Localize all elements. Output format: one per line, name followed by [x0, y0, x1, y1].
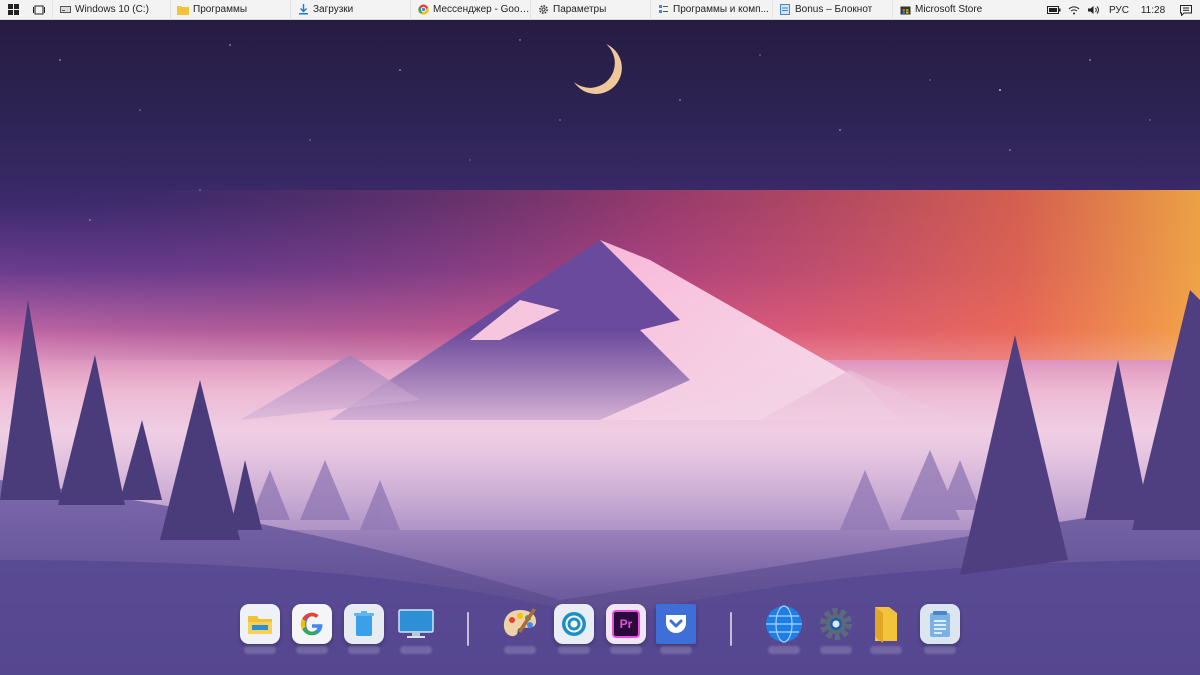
documents-folder-icon[interactable] — [866, 604, 906, 654]
volume-icon[interactable] — [1084, 5, 1104, 15]
battery-icon[interactable] — [1044, 6, 1064, 14]
clock[interactable]: 11:28 — [1134, 5, 1172, 16]
taskbar: Windows 10 (C:) Программы Загрузки Мессе… — [0, 0, 1200, 20]
globe-browser-icon[interactable] — [764, 604, 804, 654]
notes-icon[interactable] — [920, 604, 960, 654]
gear-icon — [537, 4, 549, 16]
folder-icon — [177, 4, 189, 16]
taskbar-window-programs[interactable]: Программы — [170, 0, 290, 20]
drive-icon — [59, 4, 71, 16]
taskbar-window-messenger[interactable]: Мессенджер - Googl... — [410, 0, 530, 20]
dock-separator — [730, 612, 732, 646]
taskbar-window-store[interactable]: Microsoft Store — [892, 0, 1014, 20]
chrome-icon — [417, 4, 429, 16]
recycle-bin-icon[interactable] — [344, 604, 384, 654]
notification-icon[interactable] — [1172, 4, 1200, 16]
desktop-wallpaper — [0, 0, 1200, 675]
taskbar-window-drive[interactable]: Windows 10 (C:) — [52, 0, 170, 20]
taskbar-window-notepad[interactable]: Bonus – Блокнот — [772, 0, 892, 20]
this-pc-icon[interactable] — [396, 604, 436, 654]
system-tray: РУС 11:28 — [1044, 0, 1200, 20]
task-view-button[interactable] — [26, 0, 52, 20]
start-button[interactable] — [0, 0, 26, 20]
window-label: Параметры — [553, 4, 607, 15]
premiere-pro-icon[interactable]: Pr — [606, 604, 646, 654]
task-view-icon — [33, 5, 45, 14]
google-icon[interactable] — [292, 604, 332, 654]
pocket-icon[interactable] — [656, 604, 696, 654]
window-label: Загрузки — [313, 4, 354, 15]
camera-app-icon[interactable] — [554, 604, 594, 654]
moon — [574, 44, 622, 94]
programs-icon — [657, 4, 669, 16]
dock: Pr — [238, 604, 962, 654]
file-explorer-icon[interactable] — [240, 604, 280, 654]
settings-gear-icon[interactable] — [816, 604, 856, 654]
windows-logo-icon — [7, 4, 19, 15]
window-label: Программы — [193, 4, 248, 15]
network-icon[interactable] — [1064, 5, 1084, 15]
taskbar-window-programs-features[interactable]: Программы и комп... — [650, 0, 772, 20]
language-indicator[interactable]: РУС — [1104, 5, 1134, 16]
window-label: Мессенджер - Googl... — [433, 4, 530, 15]
window-label: Bonus – Блокнот — [795, 4, 873, 15]
wallpaper-art — [0, 39, 1200, 675]
store-icon — [899, 4, 911, 16]
taskbar-window-downloads[interactable]: Загрузки — [290, 0, 410, 20]
window-label: Windows 10 (C:) — [75, 4, 149, 15]
window-label: Microsoft Store — [915, 4, 983, 15]
premiere-pro-badge: Pr — [612, 610, 640, 638]
dock-separator — [467, 612, 469, 646]
paint-palette-icon[interactable] — [500, 604, 540, 654]
window-label: Программы и комп... — [673, 4, 769, 15]
notepad-icon — [779, 4, 791, 16]
taskbar-window-settings[interactable]: Параметры — [530, 0, 650, 20]
download-icon — [297, 4, 309, 16]
